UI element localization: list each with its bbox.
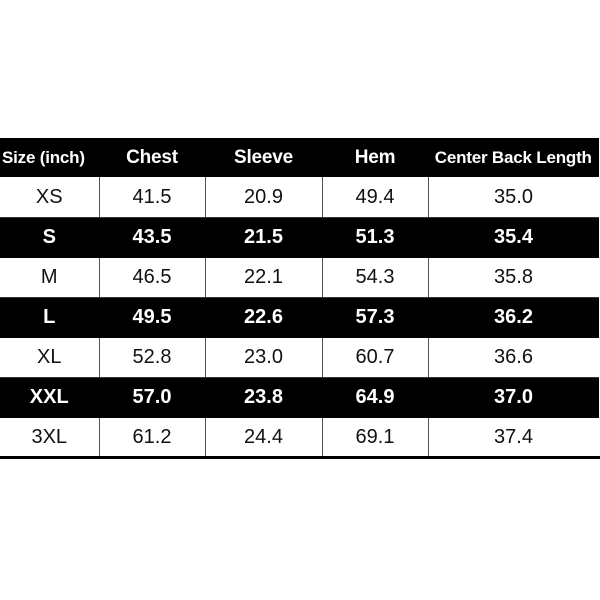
cell-chest: 52.8 <box>99 337 206 378</box>
cell-size: L <box>0 297 100 338</box>
cell-center-back-length: 35.4 <box>428 217 600 258</box>
table-row: S 43.5 21.5 51.3 35.4 <box>0 217 600 258</box>
cell-sleeve: 22.1 <box>205 257 323 298</box>
column-header-chest: Chest <box>126 147 178 168</box>
cell-size: XS <box>0 177 100 218</box>
table-row: XS 41.5 20.9 49.4 35.0 <box>0 177 600 218</box>
size-chart-wrapper: Size (inch) Chest Sleeve Hem Center Back… <box>0 0 600 600</box>
table-body: XS 41.5 20.9 49.4 35.0 S 43.5 21.5 51.3 … <box>0 177 600 459</box>
cell-size: XL <box>0 337 100 378</box>
cell-sleeve: 22.6 <box>205 297 323 338</box>
cell-chest: 61.2 <box>99 417 206 459</box>
cell-center-back-length: 37.4 <box>428 417 600 459</box>
cell-size: S <box>0 217 100 258</box>
page-root: Size (inch) Chest Sleeve Hem Center Back… <box>0 0 600 600</box>
cell-chest: 49.5 <box>99 297 206 338</box>
cell-sleeve: 21.5 <box>205 217 323 258</box>
cell-sleeve: 23.0 <box>205 337 323 378</box>
cell-sleeve: 20.9 <box>205 177 323 218</box>
column-header-sleeve: Sleeve <box>233 147 294 168</box>
cell-size: M <box>0 257 100 298</box>
column-header-size: Size (inch) <box>2 148 85 167</box>
column-header-hem: Hem <box>354 147 396 168</box>
cell-center-back-length: 37.0 <box>428 377 600 418</box>
cell-chest: 46.5 <box>99 257 206 298</box>
cell-chest: 43.5 <box>99 217 206 258</box>
table-row: 3XL 61.2 24.4 69.1 37.4 <box>0 417 600 459</box>
table-row: L 49.5 22.6 57.3 36.2 <box>0 297 600 338</box>
size-chart-table: Size (inch) Chest Sleeve Hem Center Back… <box>0 138 600 459</box>
cell-chest: 57.0 <box>99 377 206 418</box>
table-row: XXL 57.0 23.8 64.9 37.0 <box>0 377 600 418</box>
cell-size: 3XL <box>0 417 100 459</box>
cell-chest: 41.5 <box>99 177 206 218</box>
cell-center-back-length: 36.2 <box>428 297 600 338</box>
cell-sleeve: 24.4 <box>205 417 323 459</box>
cell-size: XXL <box>0 377 100 418</box>
cell-hem: 64.9 <box>322 377 429 418</box>
table-header: Size (inch) Chest Sleeve Hem Center Back… <box>0 138 600 177</box>
header-row: Size (inch) Chest Sleeve Hem Center Back… <box>0 138 600 177</box>
cell-center-back-length: 36.6 <box>428 337 600 378</box>
column-header-center-back-length: Center Back Length <box>434 148 592 167</box>
cell-hem: 51.3 <box>322 217 429 258</box>
cell-hem: 69.1 <box>322 417 429 459</box>
cell-center-back-length: 35.0 <box>428 177 600 218</box>
cell-hem: 49.4 <box>322 177 429 218</box>
table-row: M 46.5 22.1 54.3 35.8 <box>0 257 600 298</box>
cell-sleeve: 23.8 <box>205 377 323 418</box>
cell-center-back-length: 35.8 <box>428 257 600 298</box>
cell-hem: 54.3 <box>322 257 429 298</box>
cell-hem: 60.7 <box>322 337 429 378</box>
cell-hem: 57.3 <box>322 297 429 338</box>
table-row: XL 52.8 23.0 60.7 36.6 <box>0 337 600 378</box>
